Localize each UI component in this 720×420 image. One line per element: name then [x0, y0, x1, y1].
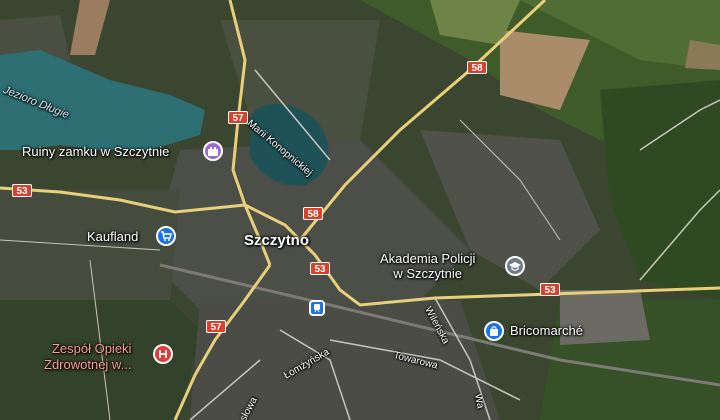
castle-icon[interactable]: [203, 141, 223, 161]
poi-label-bricomarche[interactable]: Bricomarché: [510, 323, 583, 338]
route-shield-53-left: 53: [12, 184, 32, 197]
route-shield-53-right: 53: [540, 283, 560, 296]
school-icon[interactable]: [505, 256, 525, 276]
poi-label-kaufland[interactable]: Kaufland: [87, 229, 138, 244]
route-shield-58-mid: 58: [303, 207, 323, 220]
route-shield-57-top: 57: [228, 111, 248, 124]
poi-label-hospital[interactable]: Zespół Opieki Zdrowotnej w...: [44, 341, 131, 373]
street-label-wa: Wa: [472, 393, 486, 410]
poi-label-police-academy-line1: Akademia Policji: [380, 251, 476, 266]
route-shield-58-top: 58: [467, 61, 487, 74]
city-label[interactable]: Szczytno: [244, 232, 309, 249]
shopping-cart-icon[interactable]: [156, 226, 176, 246]
poi-label-castle-ruins[interactable]: Ruiny zamku w Szczytnie: [22, 144, 169, 159]
train-station-icon[interactable]: [309, 300, 325, 316]
poi-label-police-academy-line2: w Szczytnie: [393, 266, 462, 281]
route-shield-57-bottom: 57: [206, 320, 226, 333]
poi-label-hospital-line1: Zespół Opieki: [51, 341, 132, 356]
shopping-bag-icon[interactable]: [484, 321, 504, 341]
route-shield-53-mid: 53: [310, 262, 330, 275]
satellite-map[interactable]: Marii Konopnickiej Wileńska Łomżyńska To…: [0, 0, 720, 420]
hospital-icon[interactable]: [153, 344, 173, 364]
poi-label-police-academy[interactable]: Akademia Policji w Szczytnie: [380, 251, 475, 281]
poi-label-hospital-line2: Zdrowotnej w...: [44, 357, 132, 372]
